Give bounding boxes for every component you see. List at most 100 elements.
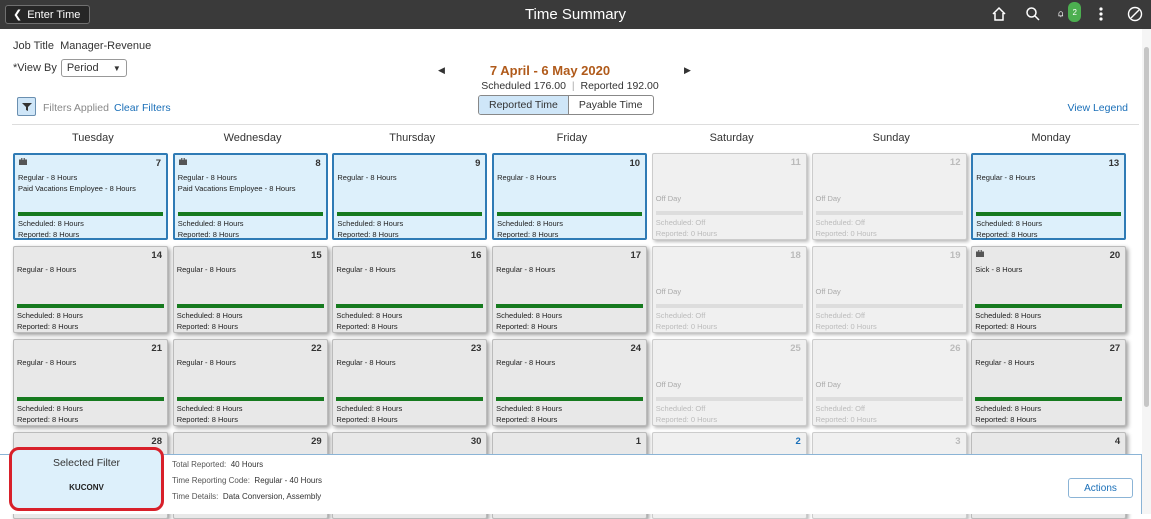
weekday-header: Friday — [556, 132, 588, 144]
time-entry: Regular - 8 Hours — [176, 265, 236, 274]
briefcase-icon — [976, 250, 985, 257]
scheduled-hours: Scheduled: 8 Hours — [336, 311, 403, 320]
time-entry: Regular - 8 Hours — [496, 265, 556, 274]
calendar-day-cell[interactable]: 7 Regular - 8 Hours Paid Vacations Employe… — [13, 153, 168, 240]
reported-hours: Reported: 8 Hours — [17, 322, 79, 331]
day-number: 25 — [790, 343, 801, 354]
scheduled-hours: Scheduled: 8 Hours — [975, 311, 1042, 320]
calendar-day-cell[interactable]: 20 Sick - 8 Hours Scheduled: 8 Hours Report… — [971, 246, 1127, 333]
reported-hours: Reported: 8 Hours — [177, 230, 239, 239]
reported-hours: Reported: 8 Hours — [497, 230, 559, 239]
calendar-day-cell[interactable]: 21 Regular - 8 Hours Scheduled: 8 Hours Rep… — [13, 339, 168, 426]
calendar-day-cell[interactable]: 24 Regular - 8 Hours Scheduled: 8 Hours Rep… — [492, 339, 648, 426]
day-number: 24 — [630, 343, 642, 354]
navbar-icon[interactable] — [1125, 4, 1145, 24]
trc-value: Regular - 40 Hours — [254, 476, 323, 485]
selected-filter-label: Selected Filter — [52, 457, 121, 469]
filter-button[interactable] — [17, 97, 36, 116]
day-number: 3 — [955, 436, 961, 447]
total-reported-value: 40 Hours — [230, 460, 264, 469]
time-entry: Regular - 8 Hours — [336, 358, 396, 367]
day-number: 19 — [949, 250, 961, 261]
hours-bar — [655, 211, 803, 215]
scheduled-hours: Scheduled: 8 Hours — [497, 219, 563, 228]
calendar-day-cell[interactable]: 19 Off Day Scheduled: Off Reported: 0 Hours — [811, 246, 967, 333]
clear-filters-link[interactable]: Clear Filters — [114, 102, 171, 114]
scheduled-hours: Scheduled: 8 Hours — [176, 404, 243, 413]
hours-bar — [176, 304, 324, 308]
hours-bar — [336, 304, 484, 308]
off-day-label: Off Day — [815, 194, 841, 203]
calendar-day-cell[interactable]: 13 Regular - 8 Hours Scheduled: 8 Hours Rep… — [971, 153, 1127, 240]
reported-label: Reported — [580, 80, 624, 92]
off-day-label: Off Day — [815, 380, 841, 389]
scrollbar[interactable] — [1142, 29, 1151, 514]
reported-hours: Reported: 0 Hours — [655, 415, 718, 424]
tab-payable-time[interactable]: Payable Time — [569, 96, 653, 114]
calendar-day-cell[interactable]: 23 Regular - 8 Hours Scheduled: 8 Hours Rep… — [332, 339, 488, 426]
view-legend-link[interactable]: View Legend — [1067, 102, 1128, 114]
calendar-day-cell[interactable]: 18 Off Day Scheduled: Off Reported: 0 Hours — [651, 246, 807, 333]
reported-hours: Reported: 8 Hours — [975, 415, 1037, 424]
calendar-day-cell[interactable]: 9 Regular - 8 Hours Scheduled: 8 Hours Repo… — [332, 153, 488, 240]
selected-filter-value: KUCONV — [69, 483, 104, 492]
filters-applied-label: Filters Applied — [43, 102, 109, 114]
scrollbar-thumb[interactable] — [1144, 47, 1149, 407]
selected-filter-box[interactable]: Selected Filter KUCONV — [9, 447, 164, 511]
day-number: 13 — [1108, 158, 1120, 169]
reported-hours: Reported: 8 Hours — [336, 415, 398, 424]
time-entry: Regular - 8 Hours — [975, 358, 1035, 367]
next-period-arrow[interactable]: ▶ — [684, 65, 691, 76]
day-number: 27 — [1109, 343, 1121, 354]
reported-hours: Reported: 0 Hours — [815, 415, 877, 424]
tab-reported-time[interactable]: Reported Time — [479, 96, 569, 114]
time-entry: Regular - 8 Hours — [496, 358, 556, 367]
calendar-day-cell[interactable]: 8 Regular - 8 Hours Paid Vacations Employe… — [172, 153, 328, 240]
time-entry: Regular - 8 Hours — [336, 265, 396, 274]
calendar-day-cell[interactable]: 27 Regular - 8 Hours Scheduled: 8 Hours Rep… — [971, 339, 1127, 426]
calendar-day-cell[interactable]: 22 Regular - 8 Hours Scheduled: 8 Hours Rep… — [172, 339, 328, 426]
calendar-day-cell[interactable]: 26 Off Day Scheduled: Off Reported: 0 Hours — [811, 339, 967, 426]
calendar-day-cell[interactable]: 10 Regular - 8 Hours Scheduled: 8 Hours Rep… — [492, 153, 648, 240]
hours-bar — [176, 397, 324, 401]
time-entry: Paid Vacations Employee - 8 Hours — [177, 184, 296, 193]
time-entry: Regular - 8 Hours — [177, 173, 237, 182]
calendar-day-cell[interactable]: 17 Regular - 8 Hours Scheduled: 8 Hours Rep… — [492, 246, 648, 333]
briefcase-icon — [178, 158, 187, 165]
calendar-day-cell[interactable]: 12 Off Day Scheduled: Off Reported: 0 Hours — [811, 153, 967, 240]
day-number: 11 — [790, 157, 801, 168]
home-icon[interactable] — [989, 4, 1009, 24]
scheduled-hours: Scheduled: Off — [815, 311, 865, 320]
trc-label: Time Reporting Code: — [172, 476, 250, 485]
day-number: 18 — [790, 250, 801, 261]
off-day-label: Off Day — [655, 380, 682, 389]
search-icon[interactable] — [1023, 4, 1043, 24]
day-number: 17 — [630, 250, 642, 261]
off-day-label: Off Day — [655, 194, 682, 203]
day-number: 4 — [1114, 436, 1121, 447]
calendar-day-cell[interactable]: 15 Regular - 8 Hours Scheduled: 8 Hours Rep… — [172, 246, 328, 333]
day-number: 29 — [311, 436, 322, 447]
time-entry: Paid Vacations Employee - 8 Hours — [18, 184, 136, 193]
reported-hours: Reported: 8 Hours — [496, 415, 558, 424]
more-icon[interactable] — [1091, 4, 1111, 24]
calendar-day-cell[interactable]: 16 Regular - 8 Hours Scheduled: 8 Hours Rep… — [332, 246, 488, 333]
reported-hours: Reported: 0 Hours — [655, 229, 718, 238]
day-number: 7 — [155, 158, 161, 169]
calendar-day-cell[interactable]: 25 Off Day Scheduled: Off Reported: 0 Hours — [651, 339, 807, 426]
reported-hours: Reported: 0 Hours — [815, 229, 877, 238]
scheduled-hours: Scheduled: Off — [655, 218, 706, 227]
calendar-day-cell[interactable]: 11 Off Day Scheduled: Off Reported: 0 Hours — [651, 153, 807, 240]
day-number: 30 — [470, 436, 482, 447]
hours-bar — [815, 304, 963, 308]
notification-icon[interactable]: 2 — [1057, 2, 1081, 24]
scheduled-hours: Scheduled: 8 Hours — [337, 219, 404, 228]
divider — [12, 124, 1139, 125]
hours-bar — [975, 397, 1123, 401]
time-type-toggle: Reported Time Payable Time — [478, 95, 654, 115]
actions-button[interactable]: Actions — [1068, 478, 1133, 498]
calendar-day-cell[interactable]: 14 Regular - 8 Hours Scheduled: 8 Hours Rep… — [13, 246, 168, 333]
hours-bar — [815, 397, 963, 401]
scheduled-hours: Scheduled: 8 Hours — [176, 311, 243, 320]
day-number: 28 — [151, 436, 162, 447]
